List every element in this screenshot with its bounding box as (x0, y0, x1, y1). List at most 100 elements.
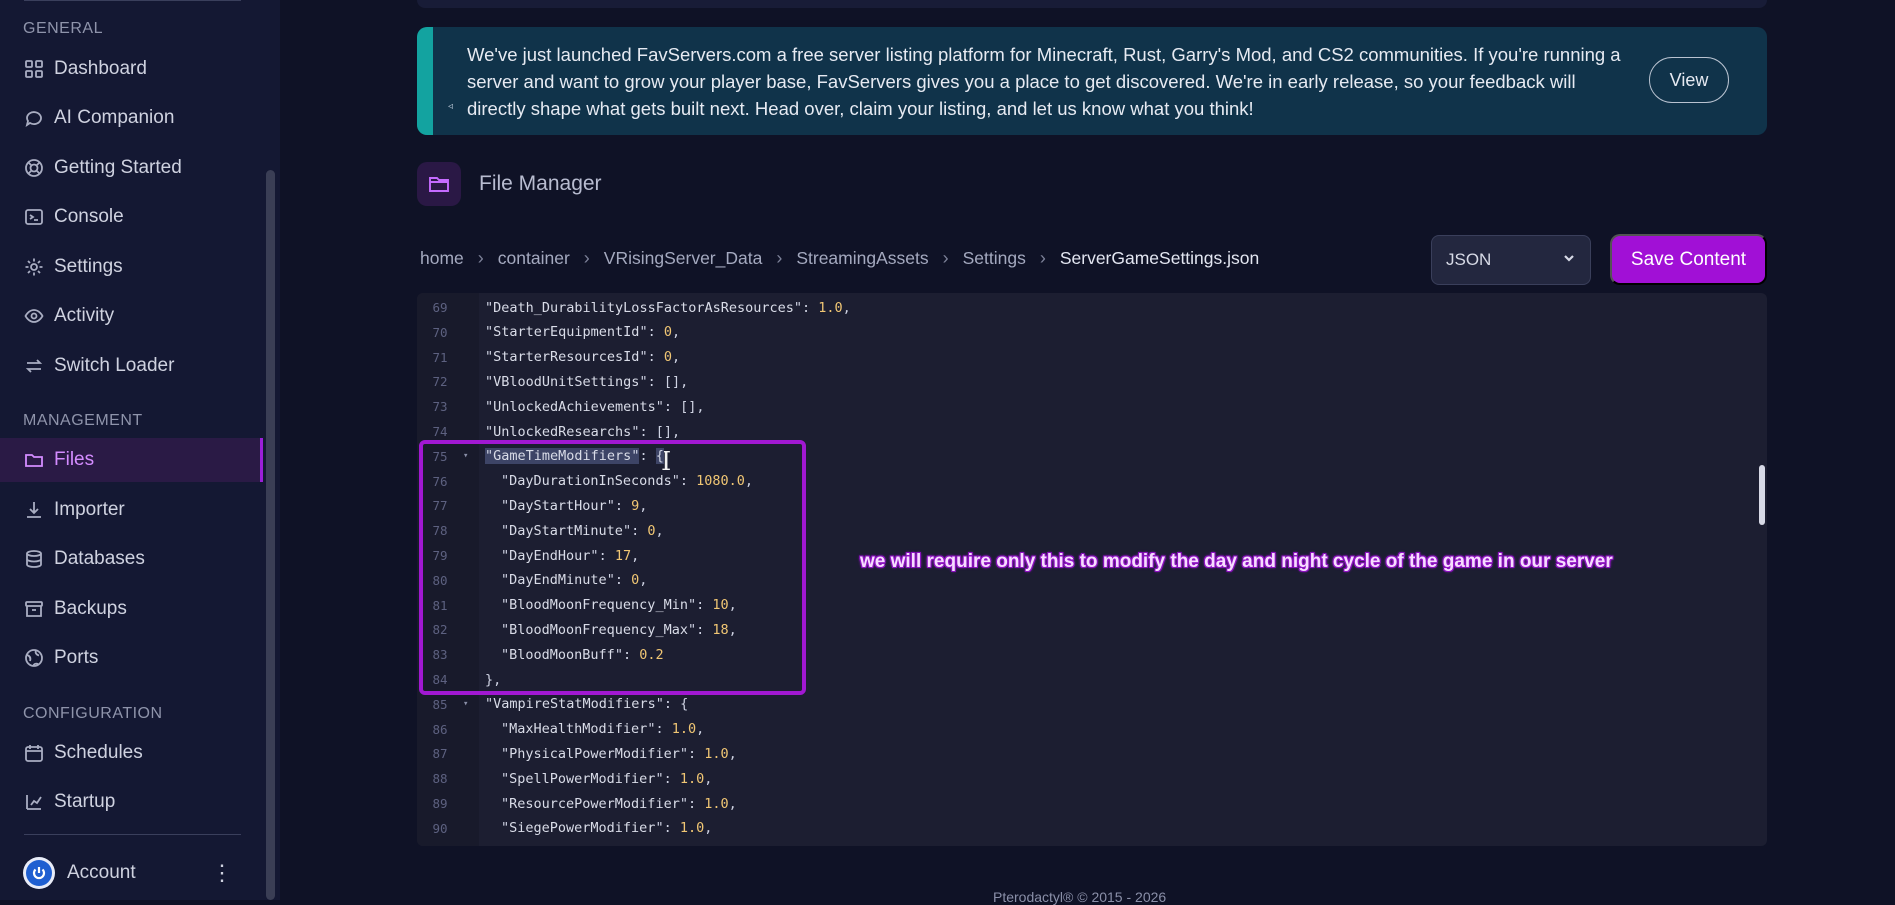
line-number: 88 (432, 771, 448, 787)
code-line[interactable]: 89 "ResourcePowerModifier": 1.0, (417, 791, 1767, 816)
json-punctuation: , (672, 324, 681, 341)
chevron-down-icon (1562, 250, 1576, 270)
sidebar-scrollbar[interactable] (266, 170, 275, 900)
breadcrumb-home[interactable]: home (420, 248, 464, 269)
code-line[interactable]: 73 "UnlockedAchievements": [], (417, 394, 1767, 419)
sidebar-item-label: Settings (54, 256, 123, 277)
top-card-edge (417, 0, 1767, 8)
sidebar-item-label: Ports (54, 647, 99, 668)
json-punctuation: , (704, 820, 713, 837)
line-number: 74 (432, 424, 448, 439)
code-text: "ResourcePowerModifier": 1.0, (501, 795, 737, 812)
sidebar-item-console[interactable]: Console (0, 195, 263, 239)
fold-toggle-icon[interactable]: ▾ (463, 699, 479, 709)
chevron-right-icon: › (477, 248, 484, 268)
json-value: 0 (663, 349, 672, 366)
code-line[interactable]: 85 ▾ "VampireStatModifiers": { (417, 692, 1767, 717)
sidebar-item-label: Backups (54, 598, 127, 619)
breadcrumb-settings[interactable]: Settings (963, 248, 1026, 269)
code-text: "SpellPowerModifier": 1.0, (501, 770, 713, 787)
sidebar-item-label: Switch Loader (54, 355, 175, 376)
sidebar-item-dashboard[interactable]: Dashboard (0, 47, 263, 91)
sidebar-item-getting-started[interactable]: Getting Started (0, 146, 263, 190)
json-key: UnlockedAchievements (493, 398, 656, 415)
chevron-right-icon: › (1039, 248, 1046, 268)
json-key: Death_DurabilityLossFactorAsResources (493, 299, 794, 316)
archive-icon (24, 599, 44, 619)
line-number: 85 (432, 696, 448, 712)
code-line[interactable]: 86 "MaxHealthModifier": 1.0, (417, 717, 1767, 742)
sidebar-item-label: Activity (54, 305, 115, 326)
code-text: "MaxHealthModifier": 1.0, (501, 721, 705, 738)
line-number: 70 (432, 324, 448, 340)
startup-icon (24, 792, 44, 812)
code-line[interactable]: 88 "SpellPowerModifier": 1.0, (417, 766, 1767, 791)
section-label-configuration: CONFIGURATION (23, 705, 163, 722)
code-line[interactable]: 90 "SiegePowerModifier": 1.0, (417, 816, 1767, 841)
kebab-menu-icon[interactable]: ⋮ (211, 862, 233, 884)
json-value: 0 (663, 324, 672, 341)
json-key: StarterResourcesId (493, 349, 640, 366)
banner-text: We've just launched FavServers.com a fre… (467, 44, 1621, 119)
sidebar-item-backups[interactable]: Backups (0, 587, 263, 631)
json-punctuation: [], (680, 398, 705, 415)
json-punctuation: , (842, 299, 851, 316)
json-punctuation: [], (655, 423, 681, 440)
sidebar-item-label: AI Companion (54, 107, 175, 128)
sidebar-item-ai-companion[interactable]: AI Companion (0, 96, 263, 140)
globe-icon (24, 648, 44, 668)
sidebar-item-databases[interactable]: Databases (0, 537, 263, 581)
sidebar-item-label: Dashboard (54, 58, 147, 79)
json-punctuation: , (696, 721, 705, 738)
view-button[interactable]: View (1649, 57, 1729, 103)
chat-icon (24, 108, 44, 128)
breadcrumb-vrisingserver-data[interactable]: VRisingServer_Data (604, 248, 763, 269)
language-mode-select[interactable]: JSON (1431, 235, 1591, 285)
chevron-right-icon: › (942, 248, 949, 268)
annotation-caption: we will require only this to modify the … (860, 551, 1613, 572)
sidebar-item-files[interactable]: Files (0, 438, 263, 482)
sidebar-item-ports[interactable]: Ports (0, 636, 263, 680)
json-key: ResourcePowerModifier (509, 795, 680, 812)
json-value: 1.0 (704, 745, 729, 762)
sidebar-item-settings[interactable]: Settings (0, 245, 263, 289)
gear-icon (24, 257, 44, 277)
power-icon (32, 867, 46, 880)
sidebar-item-label: Console (54, 206, 124, 227)
code-line[interactable]: 72 "VBloodUnitSettings": [], (417, 369, 1767, 394)
json-value: 1.0 (704, 795, 729, 812)
eye-icon (24, 306, 44, 326)
code-line[interactable]: 70 "StarterEquipmentId": 0, (417, 320, 1767, 345)
json-key: MaxHealthModifier (509, 721, 648, 738)
download-icon (24, 500, 44, 520)
folder-icon (24, 450, 44, 470)
account-label: Account (67, 862, 136, 883)
code-text: "VampireStatModifiers": { (485, 696, 689, 713)
sidebar-item-importer[interactable]: Importer (0, 488, 263, 532)
database-icon (24, 549, 44, 569)
sidebar-item-schedules[interactable]: Schedules (0, 731, 263, 775)
chevron-right-icon: › (583, 248, 590, 268)
breadcrumb-container[interactable]: container (498, 248, 570, 269)
account-menu[interactable]: Account ⋮ (23, 857, 233, 889)
code-line[interactable]: 71 "StarterResourcesId": 0, (417, 345, 1767, 370)
sidebar-item-label: Importer (54, 499, 125, 520)
breadcrumb: home › container › VRisingServer_Data › … (420, 248, 1259, 269)
announcement-banner: ◃ We've just launched FavServers.com a f… (417, 27, 1767, 135)
json-punctuation: , (728, 795, 737, 812)
sidebar-item-startup[interactable]: Startup (0, 780, 263, 824)
line-number: 86 (432, 721, 448, 737)
json-value: 1.0 (818, 299, 843, 316)
code-line[interactable]: 69 "Death_DurabilityLossFactorAsResources… (417, 295, 1767, 320)
code-text: "Death_DurabilityLossFactorAsResources":… (485, 299, 851, 316)
breadcrumb-streamingassets[interactable]: StreamingAssets (796, 248, 928, 269)
sidebar-item-switch-loader[interactable]: Switch Loader (0, 344, 263, 388)
save-content-button[interactable]: Save Content (1610, 234, 1767, 285)
sidebar-item-activity[interactable]: Activity (0, 294, 263, 338)
code-text: "UnlockedAchievements": [], (485, 398, 705, 415)
line-number: 72 (432, 374, 448, 390)
json-key: VampireStatModifiers (493, 696, 656, 713)
code-text: "SiegePowerModifier": 1.0, (501, 820, 713, 837)
json-key: UnlockedResearchs (493, 423, 632, 440)
code-line[interactable]: 87 "PhysicalPowerModifier": 1.0, (417, 741, 1767, 766)
